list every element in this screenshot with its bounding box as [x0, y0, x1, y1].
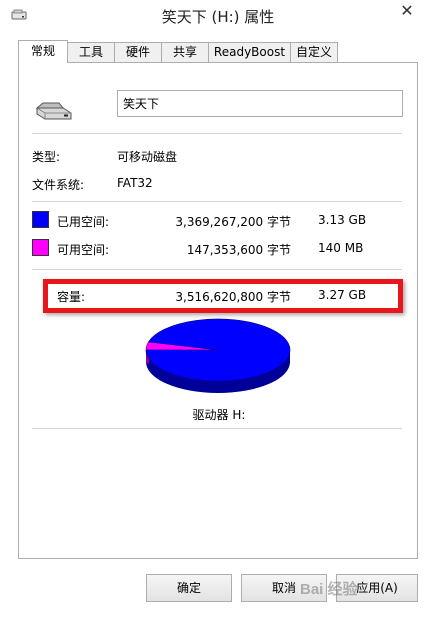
tab-readyboost[interactable]: ReadyBoost — [208, 42, 291, 62]
removable-drive-icon — [35, 102, 72, 120]
filesystem-label: 文件系统: — [32, 178, 85, 192]
separator — [32, 269, 402, 270]
free-space-swatch — [32, 239, 49, 256]
general-panel: 类型: 可移动磁盘 文件系统: FAT32 已用空间: 3,369,267,20… — [18, 62, 418, 559]
type-value: 可移动磁盘 — [117, 150, 178, 164]
drive-name-input[interactable] — [117, 90, 403, 117]
disk-usage-pie-chart — [145, 318, 291, 393]
separator — [32, 201, 402, 202]
drive-letter-label: 驱动器 H: — [192, 408, 246, 422]
tab-customize[interactable]: 自定义 — [290, 42, 338, 62]
properties-window: 笑天下 (H:) 属性 ✕ 常规 工具 硬件 共享 ReadyBoost 自定义… — [0, 0, 436, 625]
tab-tools[interactable]: 工具 — [67, 42, 115, 62]
title-bar: 笑天下 (H:) 属性 ✕ — [0, 0, 436, 32]
filesystem-value: FAT32 — [117, 176, 153, 190]
tab-general[interactable]: 常规 — [18, 40, 68, 63]
free-space-bytes: 147,353,600 字节 — [186, 243, 291, 257]
capacity-highlight-box — [43, 279, 403, 313]
used-space-bytes: 3,369,267,200 字节 — [175, 215, 291, 229]
used-space-label: 已用空间: — [57, 215, 110, 229]
close-button[interactable]: ✕ — [384, 0, 430, 22]
window-title: 笑天下 (H:) 属性 — [161, 8, 275, 26]
free-space-label: 可用空间: — [57, 243, 110, 257]
free-space-size: 140 MB — [318, 241, 364, 255]
used-space-size: 3.13 GB — [318, 213, 367, 227]
tab-hardware[interactable]: 硬件 — [114, 42, 162, 62]
close-icon: ✕ — [400, 1, 414, 20]
pie-slice-used — [145, 318, 291, 382]
tab-bar: 常规 工具 硬件 共享 ReadyBoost 自定义 — [18, 40, 418, 63]
ok-button[interactable]: 确定 — [146, 574, 232, 602]
separator — [32, 428, 402, 429]
watermark: Bai 经验 — [300, 581, 358, 598]
type-label: 类型: — [32, 150, 61, 164]
tab-sharing[interactable]: 共享 — [161, 42, 209, 62]
used-space-swatch — [32, 211, 49, 228]
separator — [32, 133, 402, 134]
